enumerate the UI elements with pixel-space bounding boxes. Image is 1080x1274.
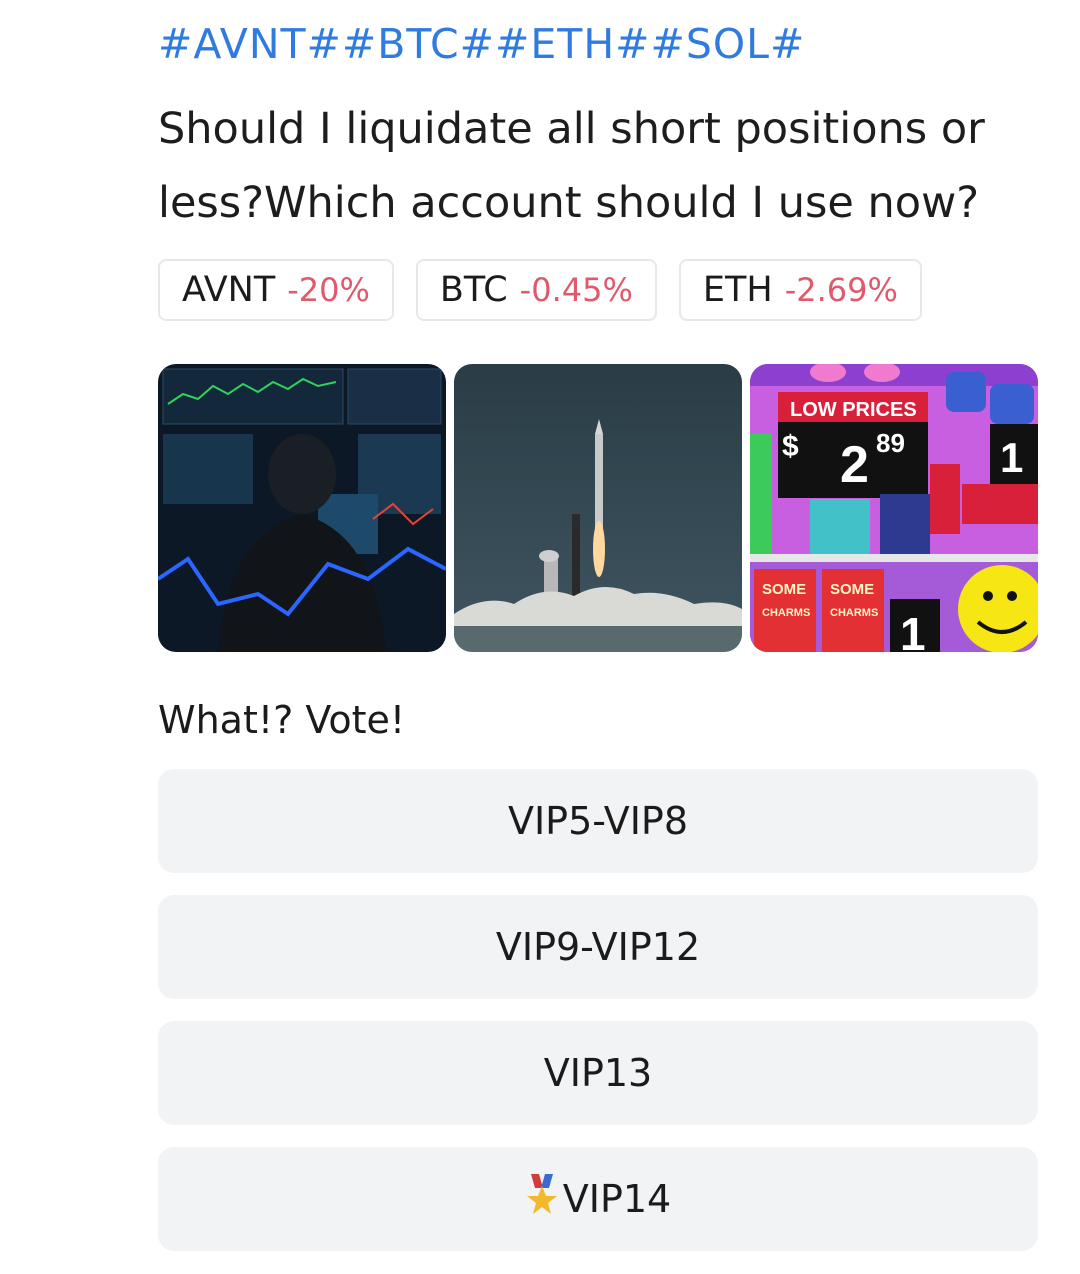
ticker-change: -2.69% [784,271,898,309]
price-dollar: $ [782,430,799,463]
rocket-launch-image[interactable] [454,364,742,652]
shelf-number-bottom: 1 [900,608,926,652]
shelf-number-top: 1 [1000,434,1023,481]
post-question: Should I liquidate all short positions o… [158,104,985,228]
hashtag-row: #AVNT##BTC##ETH##SOL# [158,20,805,68]
ticker-change: -20% [287,271,370,309]
ticker-symbol: BTC [439,270,508,310]
ticker-chip-eth[interactable]: ETH -2.69% [678,259,922,321]
grocery-cartoon-image[interactable]: LOW PRICES $ 2 89 1 SOME CHARMS SOME CHA… [750,364,1038,652]
poll-options: VIP5-VIP8 VIP9-VIP12 VIP13 VIP14 [158,769,1038,1273]
hashtag-sol[interactable]: #SOL# [651,20,806,68]
hashtag-eth[interactable]: #ETH# [495,20,651,68]
poll-option-label: VIP5-VIP8 [507,799,689,843]
ticker-symbol: ETH [702,270,773,310]
ticker-symbol: AVNT [182,270,276,310]
image-gallery: LOW PRICES $ 2 89 1 SOME CHARMS SOME CHA… [158,364,1038,652]
hashtag-avnt[interactable]: #AVNT# [158,20,342,68]
poll-option-vip14[interactable]: VIP14 [158,1147,1038,1251]
ticker-chip-btc[interactable]: BTC -0.45% [415,259,657,321]
cereal-brand-2b: CHARMS [830,607,878,619]
poll-option-vip9-vip12[interactable]: VIP9-VIP12 [158,895,1038,999]
medal-icon [525,1173,559,1225]
price-cents: 89 [876,428,905,458]
trader-image[interactable] [158,364,446,652]
poll-option-vip13[interactable]: VIP13 [158,1021,1038,1125]
cereal-brand-2: SOME [830,581,874,598]
hashtag-btc[interactable]: #BTC# [342,20,495,68]
ticker-chip-avnt[interactable]: AVNT -20% [158,259,394,321]
poll-option-label: VIP13 [543,1051,653,1095]
poll-option-vip5-vip8[interactable]: VIP5-VIP8 [158,769,1038,873]
cereal-brand-1b: CHARMS [762,607,810,619]
low-prices-sign-text: LOW PRICES [790,399,917,421]
poll-title: What!? Vote! [158,698,406,742]
poll-option-label: VIP14 [562,1177,672,1221]
cereal-brand-1: SOME [762,581,806,598]
price-main: 2 [840,436,869,494]
poll-option-label: VIP9-VIP12 [495,925,701,969]
ticker-chips: AVNT -20% BTC -0.45% ETH -2.69% [158,259,922,321]
ticker-change: -0.45% [519,271,633,309]
